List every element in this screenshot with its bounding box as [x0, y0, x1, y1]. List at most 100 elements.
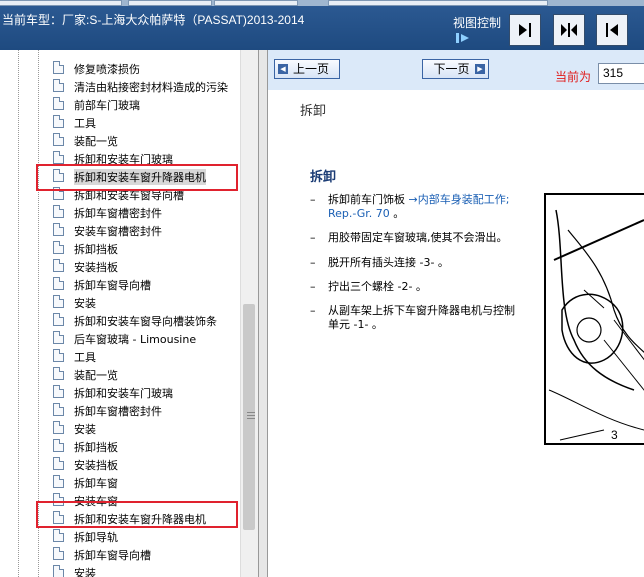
tree-item-label: 前部车门玻璃 — [74, 99, 140, 112]
view-control-label: 视图控制 — [453, 16, 502, 30]
tree-item[interactable]: 拆卸车窗导向槽 — [0, 275, 240, 293]
tree-item-label: 装配一览 — [74, 135, 118, 148]
step-text: 拧出三个螺栓 -2- 。 — [328, 280, 427, 293]
window-tab[interactable] — [214, 0, 298, 6]
current-page-label: 当前为 — [555, 70, 592, 84]
tree-item-label: 拆卸挡板 — [74, 243, 118, 256]
car-model-label: 当前车型：厂家:S-上海大众帕萨特（PASSAT)2013-2014 — [2, 13, 305, 27]
document-icon — [53, 475, 64, 488]
document-icon — [53, 79, 64, 92]
document-icon — [53, 421, 64, 434]
tree-item[interactable]: 安装挡板 — [0, 257, 240, 275]
scrollbar-thumb[interactable] — [243, 304, 255, 530]
document-icon — [53, 151, 64, 164]
collapse-right-button[interactable] — [596, 14, 628, 46]
tree-item-label: 工具 — [74, 117, 96, 130]
collapse-left-icon — [519, 23, 531, 37]
tree-item-label: 安装挡板 — [74, 261, 118, 274]
tree-item-label: 拆卸车窗槽密封件 — [74, 405, 162, 418]
collapse-left-button[interactable] — [509, 14, 541, 46]
document-icon — [53, 97, 64, 110]
document-icon — [53, 349, 64, 362]
tree-item[interactable]: 拆卸挡板 — [0, 239, 240, 257]
tree-item[interactable]: 拆卸和安装车门玻璃 — [0, 383, 240, 401]
document-icon — [53, 565, 64, 577]
document-icon — [53, 529, 64, 542]
document-icon — [53, 133, 64, 146]
top-bar: 当前车型：厂家:S-上海大众帕萨特（PASSAT)2013-2014 视图控制 — [0, 0, 644, 50]
document-icon — [53, 205, 64, 218]
next-page-button[interactable]: 下一页 ▶ — [422, 59, 489, 79]
tree-item-label: 拆卸车窗导向槽 — [74, 279, 151, 292]
document-icon — [53, 547, 64, 560]
highlight-box — [36, 501, 238, 528]
tree-item[interactable]: 安装车窗槽密封件 — [0, 221, 240, 239]
tree-item[interactable]: 拆卸车窗导向槽 — [0, 545, 240, 563]
tree-item[interactable]: 安装 — [0, 419, 240, 437]
tree-item[interactable]: 拆卸和安装车窗导向槽装饰条 — [0, 311, 240, 329]
window-tab[interactable] — [328, 0, 548, 6]
door-mechanism-figure — [544, 193, 644, 445]
document-icon — [53, 313, 64, 326]
step-text: 拆卸前车门饰板 — [328, 193, 405, 206]
document-icon — [53, 241, 64, 254]
tree-item[interactable]: 后车窗玻璃 - Limousine — [0, 329, 240, 347]
collapse-right-icon — [606, 23, 618, 37]
tree-item-label: 拆卸和安装车门玻璃 — [74, 387, 173, 400]
tree-item-label: 工具 — [74, 351, 96, 364]
tree-scrollbar[interactable] — [240, 50, 258, 577]
next-page-label: 下一页 — [433, 62, 470, 76]
tree-item[interactable]: 前部车门玻璃 — [0, 95, 240, 113]
tree-item-label: 后车窗玻璃 - Limousine — [74, 333, 197, 346]
window-tab[interactable] — [128, 0, 212, 6]
document-icon — [53, 367, 64, 380]
tree-item-label: 拆卸挡板 — [74, 441, 118, 454]
tree-item[interactable]: 装配一览 — [0, 131, 240, 149]
tree-item[interactable]: 安装挡板 — [0, 455, 240, 473]
tree-item[interactable]: 安装 — [0, 293, 240, 311]
view-control-icon — [456, 33, 469, 43]
tree-item-label: 装配一览 — [74, 369, 118, 382]
tree-item-label: 安装 — [74, 423, 96, 436]
tree-item[interactable]: 修复喷漆损伤 — [0, 59, 240, 77]
tree-item[interactable]: 安装 — [0, 563, 240, 577]
tree-guide-line — [38, 50, 39, 577]
arrow-left-icon: ◀ — [278, 64, 288, 74]
document-icon — [53, 295, 64, 308]
tree-item-label: 拆卸导轨 — [74, 531, 118, 544]
tree-item-label: 拆卸和安装车窗导向槽装饰条 — [74, 315, 217, 328]
prev-page-button[interactable]: ◀ 上一页 — [274, 59, 340, 79]
split-view-button[interactable] — [553, 14, 585, 46]
document-content: 拆卸 拆卸 – 拆卸前车门饰板 →内部车身装配工作; Rep.-Gr. 70 。… — [268, 90, 644, 577]
step-text: 从副车架上拆下车窗升降器电机与控制单元 -1- 。 — [328, 304, 515, 331]
tree-item[interactable]: 工具 — [0, 113, 240, 131]
tree-item-label: 拆卸车窗 — [74, 477, 118, 490]
figure-callout: 3 — [611, 428, 618, 442]
document-icon — [53, 331, 64, 344]
window-tab[interactable] — [0, 0, 122, 6]
step-text: 脱开所有插头连接 -3- 。 — [328, 256, 449, 269]
tree-item[interactable]: 工具 — [0, 347, 240, 365]
tree-item[interactable]: 装配一览 — [0, 365, 240, 383]
tree-item[interactable]: 拆卸车窗 — [0, 473, 240, 491]
pane-splitter[interactable] — [258, 50, 268, 577]
tree-item-label: 安装 — [74, 567, 96, 577]
tree-item-label: 安装车窗槽密封件 — [74, 225, 162, 238]
tree-item[interactable]: 拆卸导轨 — [0, 527, 240, 545]
document-icon — [53, 403, 64, 416]
tree-item-label: 拆卸车窗槽密封件 — [74, 207, 162, 220]
document-icon — [53, 115, 64, 128]
current-page-input[interactable]: 315 — [598, 63, 644, 84]
highlight-box — [36, 164, 238, 191]
document-icon — [53, 439, 64, 452]
step-text: 用胶带固定车窗玻璃,使其不会滑出。 — [328, 231, 508, 244]
tree-item[interactable]: 拆卸车窗槽密封件 — [0, 203, 240, 221]
tree-guide-line — [18, 50, 19, 577]
section-title: 拆卸 — [300, 104, 327, 119]
tree-item[interactable]: 清洁由粘接密封材料造成的污染 — [0, 77, 240, 95]
prev-page-label: 上一页 — [292, 62, 329, 76]
tree-item[interactable]: 拆卸挡板 — [0, 437, 240, 455]
document-icon — [53, 457, 64, 470]
tree-item[interactable]: 拆卸车窗槽密封件 — [0, 401, 240, 419]
split-view-icon — [561, 23, 577, 37]
